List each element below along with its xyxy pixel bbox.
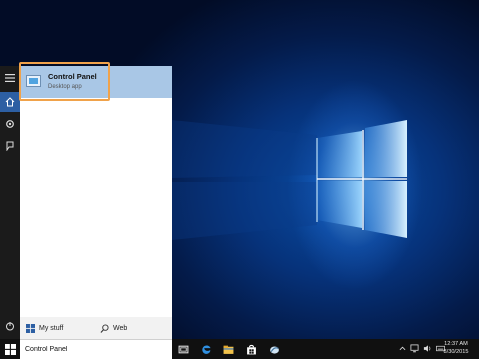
search-icon <box>100 323 109 333</box>
file-explorer-button[interactable] <box>217 339 239 359</box>
task-view-icon <box>178 345 188 353</box>
wallpaper-logo <box>172 0 479 339</box>
chevron-up-icon[interactable] <box>398 345 406 354</box>
volume-icon[interactable] <box>423 344 432 355</box>
store-icon <box>246 344 256 354</box>
hamburger-icon <box>5 74 15 82</box>
network-icon[interactable] <box>410 343 419 355</box>
taskbar-clock[interactable]: 12:37 AM 8/30/2015 <box>438 341 474 356</box>
taskbar: 12:37 AM 8/30/2015 <box>0 339 479 359</box>
search-input[interactable] <box>25 343 165 356</box>
windows-icon <box>26 323 35 333</box>
web-label: Web <box>113 324 128 332</box>
power-icon <box>6 322 14 331</box>
clock-time: 12:37 AM <box>444 341 468 347</box>
start-search-panel: Control Panel Desktop app <box>20 66 172 339</box>
result-highlight-outline <box>19 62 110 101</box>
start-button[interactable] <box>0 339 20 359</box>
file-explorer-icon <box>223 345 233 354</box>
taskbar-search-box[interactable] <box>20 339 172 359</box>
store-button[interactable] <box>240 339 262 359</box>
my-stuff-label: My stuff <box>39 324 64 332</box>
hamburger-menu-button[interactable] <box>0 68 20 88</box>
feedback-icon <box>6 141 14 151</box>
feedback-button[interactable] <box>0 136 20 156</box>
start-icon <box>4 343 16 355</box>
app-icon <box>269 346 279 354</box>
my-stuff-button[interactable]: My stuff <box>26 317 63 339</box>
windows-logo-art <box>172 120 407 240</box>
clock-date: 8/30/2015 <box>443 348 469 355</box>
settings-icon <box>6 120 14 128</box>
home-button[interactable] <box>0 92 20 112</box>
settings-button[interactable] <box>0 114 20 134</box>
web-button[interactable]: Web <box>100 317 127 339</box>
home-icon <box>5 97 15 107</box>
pinned-app-button[interactable] <box>263 339 285 359</box>
power-button[interactable] <box>0 316 20 336</box>
show-desktop-button[interactable] <box>472 339 479 359</box>
start-left-strip <box>0 66 20 339</box>
task-view-button[interactable] <box>172 339 194 359</box>
edge-button[interactable] <box>195 339 217 359</box>
search-filter-bar: My stuff Web <box>20 317 172 339</box>
edge-icon <box>201 345 211 354</box>
